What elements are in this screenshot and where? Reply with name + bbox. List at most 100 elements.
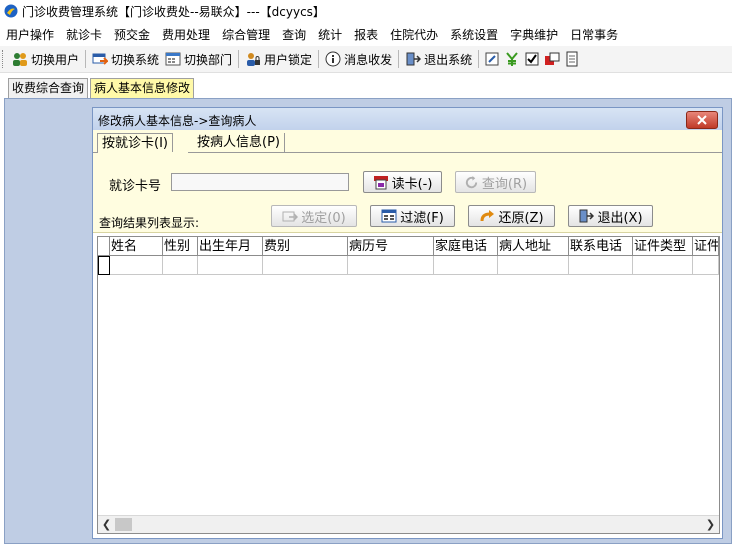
card-number-label: 就诊卡号 (109, 179, 162, 194)
lock-user-label: 用户锁定 (264, 52, 313, 67)
restore-arrow-icon (480, 210, 495, 222)
toolbar-separator (398, 50, 400, 68)
toolbar-separator (318, 50, 320, 68)
grid-cell[interactable] (434, 256, 498, 275)
grid-cell[interactable] (693, 256, 719, 275)
grid-cell[interactable] (348, 256, 434, 275)
price-tool-button[interactable] (502, 48, 522, 70)
grid-cell[interactable] (498, 256, 569, 275)
lock-user-button[interactable]: 用户锁定 (242, 48, 315, 70)
refresh-icon (465, 175, 478, 188)
menu-card[interactable]: 就诊卡 (60, 26, 108, 43)
column-header-birth[interactable]: 出生年月 (198, 237, 263, 256)
menu-dictionary[interactable]: 字典维护 (504, 26, 564, 43)
document-tool-button[interactable] (562, 48, 582, 70)
switch-dept-button[interactable]: 切换部门 (162, 48, 235, 70)
tab-by-card[interactable]: 按就诊卡(I) (97, 133, 173, 153)
column-header-gender[interactable]: 性别 (163, 237, 198, 256)
read-card-button[interactable]: 读卡(-) (363, 171, 442, 193)
toolbar: 切换用户 切换系统 切换部门 用户锁定 消息收发 退出系统 (0, 46, 732, 73)
exit-button[interactable]: 退出(X) (568, 205, 653, 227)
tab-by-patient-info[interactable]: 按病人信息(P) (193, 133, 285, 152)
grid-corner (98, 237, 110, 256)
yen-icon (506, 52, 518, 66)
filter-button[interactable]: 过滤(F) (370, 205, 455, 227)
select-button[interactable]: 选定(0) (271, 205, 357, 227)
document-tab-strip: 收费综合查询 病人基本信息修改 (0, 76, 732, 98)
grid-cell[interactable] (633, 256, 693, 275)
check-tool-button[interactable] (522, 48, 542, 70)
row-indicator[interactable] (98, 256, 110, 275)
toolbar-separator (238, 50, 240, 68)
column-header-home-phone[interactable]: 家庭电话 (434, 237, 498, 256)
pencil-icon (485, 52, 499, 66)
horizontal-scrollbar[interactable]: ❮ ❯ (98, 515, 719, 533)
table-row[interactable] (98, 256, 719, 275)
grid-cell[interactable] (569, 256, 633, 275)
search-panel: 按就诊卡(I) 按病人信息(P) 就诊卡号 读卡(-) 查询(R) (93, 130, 722, 199)
window-title: 门诊收费管理系统【门诊收费处--易联众】---【dcyycs】 (22, 4, 325, 19)
column-header-fee-type[interactable]: 费别 (263, 237, 348, 256)
grid-cell[interactable] (110, 256, 163, 275)
user-lock-icon (247, 53, 261, 66)
read-card-label: 读卡(-) (391, 176, 433, 192)
patient-result-grid[interactable]: 姓名 性别 出生年月 费别 病历号 家庭电话 病人地址 联系电话 证件类型 证件 (97, 236, 720, 534)
menu-user-ops[interactable]: 用户操作 (0, 26, 60, 43)
query-button[interactable]: 查询(R) (455, 171, 536, 193)
exit-system-button[interactable]: 退出系统 (402, 48, 475, 70)
menu-query[interactable]: 查询 (276, 26, 312, 43)
menu-fee[interactable]: 费用处理 (156, 26, 216, 43)
exit-system-label: 退出系统 (424, 52, 473, 67)
switch-user-label: 切换用户 (31, 52, 80, 67)
result-toolbar: 查询结果列表显示: 选定(0) 过滤(F) 还原(Z) 退出(X) (93, 198, 722, 233)
toolbar-grip[interactable] (2, 50, 6, 68)
department-icon (165, 52, 181, 66)
column-header-address[interactable]: 病人地址 (498, 237, 569, 256)
switch-user-button[interactable]: 切换用户 (9, 48, 82, 70)
tab-patient-edit[interactable]: 病人基本信息修改 (90, 78, 195, 98)
query-patient-dialog: 修改病人基本信息->查询病人 按就诊卡(I) 按病人信息(P) 就诊卡号 读卡(… (92, 107, 723, 539)
transfer-icon (545, 52, 560, 65)
dialog-close-button[interactable] (686, 111, 718, 129)
restore-label: 还原(Z) (498, 210, 544, 226)
grid-cell[interactable] (198, 256, 263, 275)
filter-label: 过滤(F) (400, 210, 444, 226)
edit-tool-button[interactable] (482, 48, 502, 70)
transfer-tool-button[interactable] (542, 48, 562, 70)
switch-system-button[interactable]: 切换系统 (89, 48, 162, 70)
grid-cell[interactable] (263, 256, 348, 275)
column-header-id-number[interactable]: 证件 (693, 237, 719, 256)
tab-fee-query[interactable]: 收费综合查询 (8, 78, 89, 98)
exit-door-icon (406, 52, 422, 66)
column-header-contact-phone[interactable]: 联系电话 (569, 237, 633, 256)
users-icon (13, 53, 27, 66)
menu-report[interactable]: 报表 (348, 26, 384, 43)
info-icon (325, 51, 341, 67)
restore-button[interactable]: 还原(Z) (468, 205, 555, 227)
message-label: 消息收发 (344, 52, 393, 67)
menu-daily[interactable]: 日常事务 (564, 26, 624, 43)
filter-icon (381, 209, 397, 223)
grid-cell[interactable] (163, 256, 198, 275)
exit-label: 退出(X) (597, 210, 643, 226)
scroll-thumb[interactable] (115, 518, 132, 531)
menu-stats[interactable]: 统计 (312, 26, 348, 43)
menu-prepay[interactable]: 预交金 (108, 26, 156, 43)
dialog-title-bar[interactable]: 修改病人基本信息->查询病人 (93, 108, 722, 130)
dialog-title: 修改病人基本信息->查询病人 (98, 114, 257, 128)
column-header-id-type[interactable]: 证件类型 (633, 237, 693, 256)
column-header-record-no[interactable]: 病历号 (348, 237, 434, 256)
menu-settings[interactable]: 系统设置 (444, 26, 504, 43)
result-list-label: 查询结果列表显示: (99, 216, 200, 230)
scroll-right-icon[interactable]: ❯ (702, 516, 719, 533)
scroll-left-icon[interactable]: ❮ (98, 516, 115, 533)
message-button[interactable]: 消息收发 (322, 48, 395, 70)
menu-manage[interactable]: 综合管理 (216, 26, 276, 43)
card-number-input[interactable] (171, 173, 349, 191)
close-icon (697, 115, 707, 125)
menu-inpatient[interactable]: 住院代办 (384, 26, 444, 43)
title-bar: 门诊收费管理系统【门诊收费处--易联众】---【dcyycs】 (0, 0, 732, 22)
toolbar-separator (478, 50, 480, 68)
select-label: 选定(0) (301, 210, 346, 226)
column-header-name[interactable]: 姓名 (110, 237, 163, 256)
